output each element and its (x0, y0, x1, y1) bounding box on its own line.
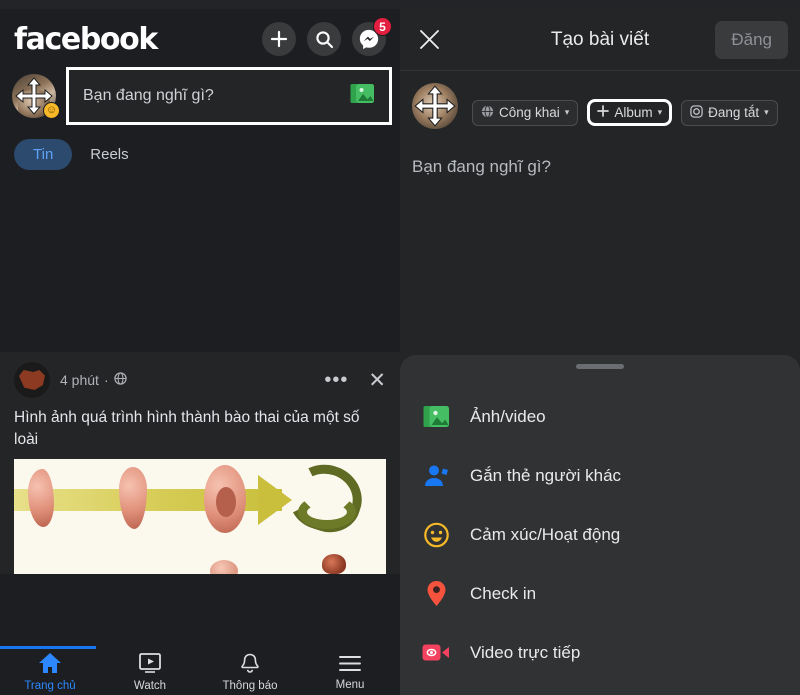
audience-chip-public-label: Công khai (499, 105, 560, 120)
tab-tin[interactable]: Tin (14, 139, 73, 170)
sheet-item-label: Video trực tiếp (470, 642, 581, 662)
feed-tabs: Tin Reels (0, 131, 400, 170)
nav-item-notifications[interactable]: Thông báo (200, 653, 300, 692)
composer-placeholder: Bạn đang nghĩ gì? (83, 87, 214, 104)
feed-empty-space (0, 170, 400, 352)
photo-icon[interactable] (350, 82, 375, 110)
status-bar-right (400, 0, 800, 9)
post-meta: 4 phút · (60, 372, 127, 388)
instagram-sharing-chip-label: Đang tắt (708, 105, 760, 120)
nav-label-menu: Menu (335, 678, 365, 691)
photo-video-icon (422, 403, 450, 431)
nav-label-home: Trang chủ (24, 680, 76, 692)
audience-chip-public[interactable]: Công khai ▾ (472, 99, 579, 126)
avatar-emoji-badge: ☺ (43, 102, 60, 119)
sheet-option-list: Ảnh/video Gắn thẻ người khác Cảm xúc/Hoạ… (400, 369, 800, 695)
location-pin-icon (422, 580, 450, 608)
sheet-item-label: Check in (470, 583, 537, 603)
post-more-icon[interactable]: ••• (324, 370, 348, 390)
illustration-embryo-bottom (210, 560, 238, 574)
instagram-icon (690, 104, 703, 121)
post-time: 4 phút (60, 372, 99, 388)
create-post-avatar-image (412, 83, 458, 129)
album-chip[interactable]: Album ▾ (587, 99, 673, 126)
create-post-avatar[interactable] (412, 83, 458, 129)
post-image[interactable] (14, 459, 386, 574)
user-avatar[interactable]: ☺ (12, 74, 60, 119)
tag-person-icon (422, 462, 450, 490)
instagram-sharing-chip[interactable]: Đang tắt ▾ (681, 99, 778, 126)
post-meta-separator: · (103, 372, 109, 388)
create-post-textarea[interactable]: Bạn đang nghĩ gì? (400, 129, 800, 177)
post-header: 4 phút · ••• ✕ (14, 362, 386, 398)
sheet-item-feeling-activity[interactable]: Cảm xúc/Hoạt động (400, 505, 800, 564)
chevron-down-icon: ▾ (564, 107, 570, 117)
composer-input[interactable]: Bạn đang nghĩ gì? (66, 67, 392, 125)
sheet-item-photo-video[interactable]: Ảnh/video (400, 387, 800, 446)
sheet-item-label: Gắn thẻ người khác (470, 465, 622, 485)
close-icon[interactable] (412, 23, 446, 57)
create-post-header: Tạo bài viết Đăng (400, 9, 800, 71)
audience-chip-group: Công khai ▾ Album ▾ Đang tắt ▾ (472, 99, 778, 126)
post-author-avatar[interactable] (14, 362, 50, 398)
illustration-arrow-head (258, 475, 292, 525)
post-text: Hình ảnh quá trình hình thành bào thai c… (14, 409, 360, 448)
sheet-item-background-color[interactable]: Màu nền (400, 682, 800, 695)
messenger-icon[interactable]: 5 (352, 17, 392, 56)
nav-item-menu[interactable]: Menu (300, 654, 400, 691)
hamburger-icon (338, 654, 362, 678)
home-icon (38, 652, 62, 679)
search-icon[interactable] (307, 22, 341, 56)
screenshot-root: facebook 5 ☺ Bạn đang nghĩ gì? Tin Reels… (0, 0, 800, 695)
illustration-embryo-2 (119, 467, 147, 529)
live-video-icon (422, 639, 450, 667)
messenger-badge: 5 (373, 17, 392, 36)
create-post-panel: Tạo bài viết Đăng Công khai ▾ Album ▾ Đa… (400, 0, 800, 695)
bell-icon (239, 653, 261, 679)
globe-icon (481, 104, 494, 121)
sheet-item-label: Ảnh/video (470, 406, 546, 426)
sheet-item-tag-people[interactable]: Gắn thẻ người khác (400, 446, 800, 505)
facebook-header: facebook 5 (0, 9, 400, 65)
chevron-down-icon: ▾ (764, 107, 769, 117)
sheet-item-label: Cảm xúc/Hoạt động (470, 524, 621, 544)
nav-label-watch: Watch (133, 679, 167, 692)
emoji-icon (422, 521, 450, 549)
facebook-feed-panel: facebook 5 ☺ Bạn đang nghĩ gì? Tin Reels… (0, 0, 400, 695)
post-card: 4 phút · ••• ✕ Hình ảnh quá trình hình t… (0, 352, 400, 574)
sheet-item-live-video[interactable]: Video trực tiếp (400, 623, 800, 682)
nav-active-indicator (0, 646, 96, 649)
post-actions: ••• ✕ (324, 368, 386, 393)
tab-reels[interactable]: Reels (86, 139, 132, 170)
plus-icon (597, 105, 610, 120)
bottom-navigation-bar: Trang chủ Watch Thông báo Menu (0, 646, 400, 695)
illustration-snake-coil (298, 495, 356, 529)
header-icon-group: 5 (262, 17, 392, 56)
illustration-embryo-1 (28, 469, 54, 527)
post-button[interactable]: Đăng (715, 20, 788, 59)
options-bottom-sheet: Ảnh/video Gắn thẻ người khác Cảm xúc/Hoạ… (400, 355, 800, 695)
facebook-logo: facebook (14, 21, 158, 57)
nav-label-notifications: Thông báo (222, 679, 278, 692)
album-chip-label: Album (614, 105, 653, 120)
globe-icon (113, 372, 127, 388)
watch-icon (138, 652, 162, 679)
create-post-identity-row: Công khai ▾ Album ▾ Đang tắt ▾ (400, 71, 800, 129)
nav-item-watch[interactable]: Watch (100, 652, 200, 692)
post-author-avatar-image (19, 370, 45, 390)
sheet-item-check-in[interactable]: Check in (400, 564, 800, 623)
composer-row: ☺ Bạn đang nghĩ gì? (0, 65, 400, 131)
illustration-chick (322, 554, 346, 574)
illustration-embryo-3 (204, 465, 246, 533)
post-close-icon[interactable]: ✕ (368, 368, 386, 393)
status-bar (0, 0, 400, 9)
plus-icon[interactable] (262, 22, 296, 56)
chevron-down-icon: ▾ (657, 107, 663, 117)
nav-item-home[interactable]: Trang chủ (0, 652, 100, 692)
